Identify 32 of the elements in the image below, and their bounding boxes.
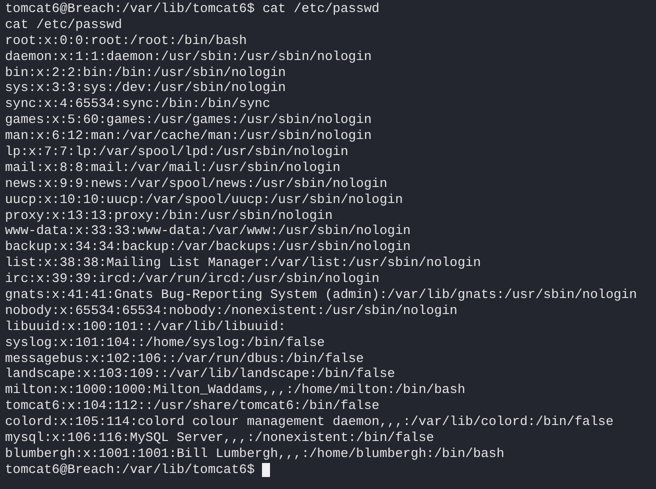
output-line: proxy:x:13:13:proxy:/bin:/usr/sbin/nologin: [5, 208, 333, 224]
text-cursor: [262, 462, 270, 477]
output-line: irc:x:39:39:ircd:/var/run/ircd:/usr/sbin/nologin: [5, 271, 380, 288]
output-line: tomcat6:x:104:112::/usr/share/tomcat6:/bin/false: [5, 398, 380, 414]
output-line: sync:x:4:65534:sync:/bin:/bin/sync: [5, 96, 270, 112]
output-line: news:x:9:9:news:/var/spool/news:/usr/sbin/nologin: [5, 176, 388, 192]
output-line: backup:x:34:34:backup:/var/backups:/usr/sbin/nologin: [5, 239, 411, 256]
output-line: bin:x:2:2:bin:/bin:/usr/sbin/nologin: [5, 64, 286, 80]
output-line: games:x:5:60:games:/usr/games:/usr/sbin/nologin: [5, 112, 372, 128]
output-line: mail:x:8:8:mail:/var/mail:/usr/sbin/nologin: [5, 160, 340, 176]
output-line: gnats:x:41:41:Gnats Bug-Reporting System (admin):/var/lib/gnats:/usr/sbin/nologin: [5, 287, 637, 303]
output-line: colord:x:105:114:colord colour management daemon,,,:/var/lib/colord:/bin/false: [5, 414, 614, 430]
output-line: cat /etc/passwd: [5, 16, 122, 33]
output-line: daemon:x:1:1:daemon:/usr/sbin:/usr/sbin/nologin: [5, 48, 372, 65]
output-line: uucp:x:10:10:uucp:/var/spool/uucp:/usr/sbin/nologin: [5, 192, 403, 208]
shell-prompt: tomcat6@Breach:/var/lib/tomcat6$: [5, 1, 255, 17]
output-line: lp:x:7:7:lp:/var/spool/lpd:/usr/sbin/nologin: [5, 144, 348, 160]
output-line: nobody:x:65534:65534:nobody:/nonexistent:/usr/sbin/nologin: [5, 302, 458, 319]
output-line: libuuid:x:100:101::/var/lib/libuuid:: [5, 318, 286, 335]
output-line: blumbergh:x:1001:1001:Bill Lumbergh,,,:/home/blumbergh:/bin/bash: [5, 446, 504, 462]
command-text: cat /etc/passwd: [262, 1, 380, 17]
output-line: man:x:6:12:man:/var/cache/man:/usr/sbin/nologin: [5, 128, 372, 144]
output-line: mysql:x:106:116:MySQL Server,,,:/nonexistent:/bin/false: [5, 430, 434, 446]
output-line: messagebus:x:102:106::/var/run/dbus:/bin/false: [5, 350, 364, 366]
output-line: landscape:x:103:109::/var/lib/landscape:/bin/false: [5, 366, 396, 382]
output-line: milton:x:1000:1000:Milton_Waddams,,,:/home/milton:/bin/bash: [5, 382, 466, 398]
output-line: sys:x:3:3:sys:/dev:/usr/sbin/nologin: [5, 80, 286, 96]
output-line: list:x:38:38:Mailing List Manager:/var/list:/usr/sbin/nologin: [5, 255, 481, 272]
output-line: syslog:x:101:104::/home/syslog:/bin/false: [5, 334, 325, 351]
output-line: root:x:0:0:root:/root:/bin/bash: [5, 32, 247, 49]
shell-prompt: tomcat6@Breach:/var/lib/tomcat6$: [5, 462, 255, 478]
output-line: www-data:x:33:33:www-data:/var/www:/usr/sbin/nologin: [5, 223, 411, 240]
